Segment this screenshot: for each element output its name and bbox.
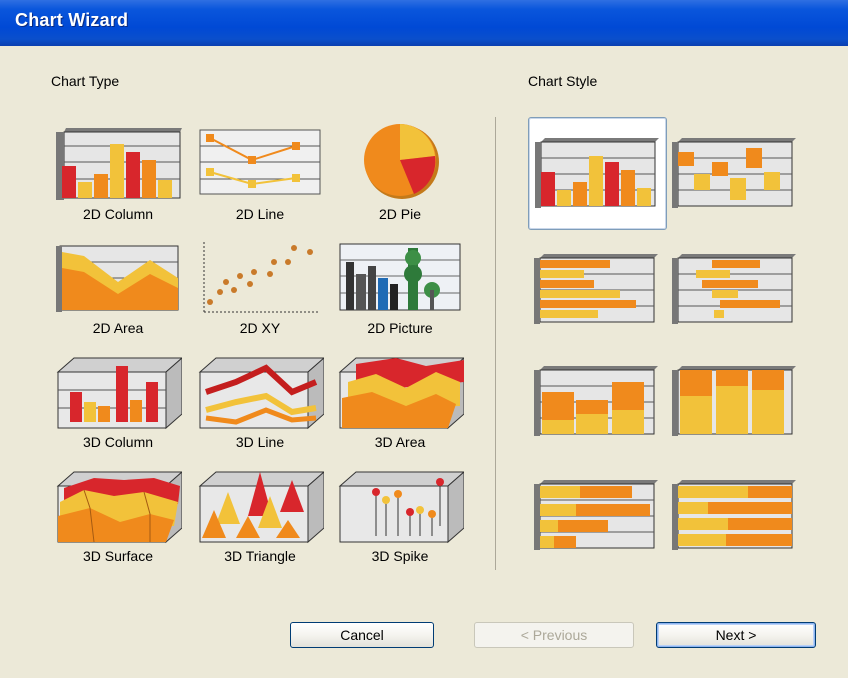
100-percent-stacked-column-style-icon	[672, 366, 796, 436]
chart-type-label: 3D Column	[82, 434, 154, 450]
3d-spike-icon	[338, 471, 464, 544]
chart-type-label: 2D XY	[239, 320, 281, 336]
floating-bar-style-icon	[672, 254, 796, 324]
chart-type-2d-pie[interactable]: 2D Pie	[330, 118, 470, 228]
clustered-column-style-icon	[535, 138, 659, 208]
3d-triangle-icon	[198, 471, 324, 544]
floating-column-style-icon	[672, 138, 796, 208]
chart-type-3d-column[interactable]: 3D Column	[48, 346, 188, 456]
window-title: Chart Wizard	[15, 10, 129, 30]
2d-column-icon	[56, 128, 182, 200]
chart-type-3d-triangle[interactable]: 3D Triangle	[190, 460, 330, 570]
title-bar[interactable]: Chart Wizard	[0, 0, 848, 46]
chart-style-clustered-column[interactable]	[528, 117, 667, 230]
chart-type-2d-picture[interactable]: 2D Picture	[330, 232, 470, 342]
chart-type-label: Chart Type	[51, 73, 120, 89]
2d-line-icon	[199, 129, 321, 195]
chart-type-2d-line[interactable]: 2D Line	[190, 118, 330, 228]
chart-type-3d-spike[interactable]: 3D Spike	[330, 460, 470, 570]
cancel-button[interactable]: Cancel	[290, 622, 434, 648]
2d-picture-icon	[339, 243, 461, 311]
stacked-bar-style-icon	[534, 480, 658, 550]
chart-type-label: 3D Surface	[82, 548, 154, 564]
chart-style-clustered-bar[interactable]	[530, 248, 660, 332]
chart-style-floating-column[interactable]	[668, 132, 798, 216]
section-divider	[495, 117, 496, 570]
clustered-bar-style-icon	[534, 254, 658, 324]
100-percent-stacked-bar-style-icon	[672, 480, 796, 550]
chart-type-label: 3D Triangle	[224, 548, 296, 564]
chart-type-label: 3D Area	[374, 434, 426, 450]
chart-type-2d-column[interactable]: 2D Column	[48, 118, 188, 228]
stacked-column-style-icon	[534, 366, 658, 436]
previous-button[interactable]: < Previous	[474, 622, 634, 648]
chart-type-label: 2D Area	[92, 320, 144, 336]
3d-surface-icon	[56, 471, 182, 544]
chart-style-label: Chart Style	[528, 73, 598, 89]
2d-pie-icon	[364, 124, 439, 199]
chart-type-label: 3D Line	[235, 434, 285, 450]
3d-line-icon	[198, 357, 324, 430]
chart-type-2d-xy[interactable]: 2D XY	[190, 232, 330, 342]
chart-type-3d-surface[interactable]: 3D Surface	[48, 460, 188, 570]
chart-style-stacked-column[interactable]	[530, 360, 660, 444]
chart-type-label: 2D Picture	[367, 320, 433, 336]
chart-type-label: 3D Spike	[371, 548, 429, 564]
chart-style-floating-bar[interactable]	[668, 248, 798, 332]
chart-type-3d-area[interactable]: 3D Area	[330, 346, 470, 456]
2d-xy-icon	[203, 242, 320, 313]
chart-type-2d-area[interactable]: 2D Area	[48, 232, 188, 342]
chart-type-label: 2D Line	[235, 206, 285, 222]
chart-style-stacked-bar[interactable]	[530, 474, 660, 558]
chart-style-100-percent-stacked-bar[interactable]	[668, 474, 798, 558]
chart-style-100-percent-stacked-column[interactable]	[668, 360, 798, 444]
chart-type-3d-line[interactable]: 3D Line	[190, 346, 330, 456]
chart-type-label: 2D Pie	[378, 206, 422, 222]
3d-column-icon	[56, 357, 182, 430]
chart-wizard-dialog: Chart Wizard Chart Type Chart Style 2D C…	[0, 0, 848, 678]
2d-area-icon	[56, 245, 179, 312]
next-button[interactable]: Next >	[656, 622, 816, 648]
chart-type-label: 2D Column	[82, 206, 154, 222]
3d-area-icon	[338, 357, 464, 430]
